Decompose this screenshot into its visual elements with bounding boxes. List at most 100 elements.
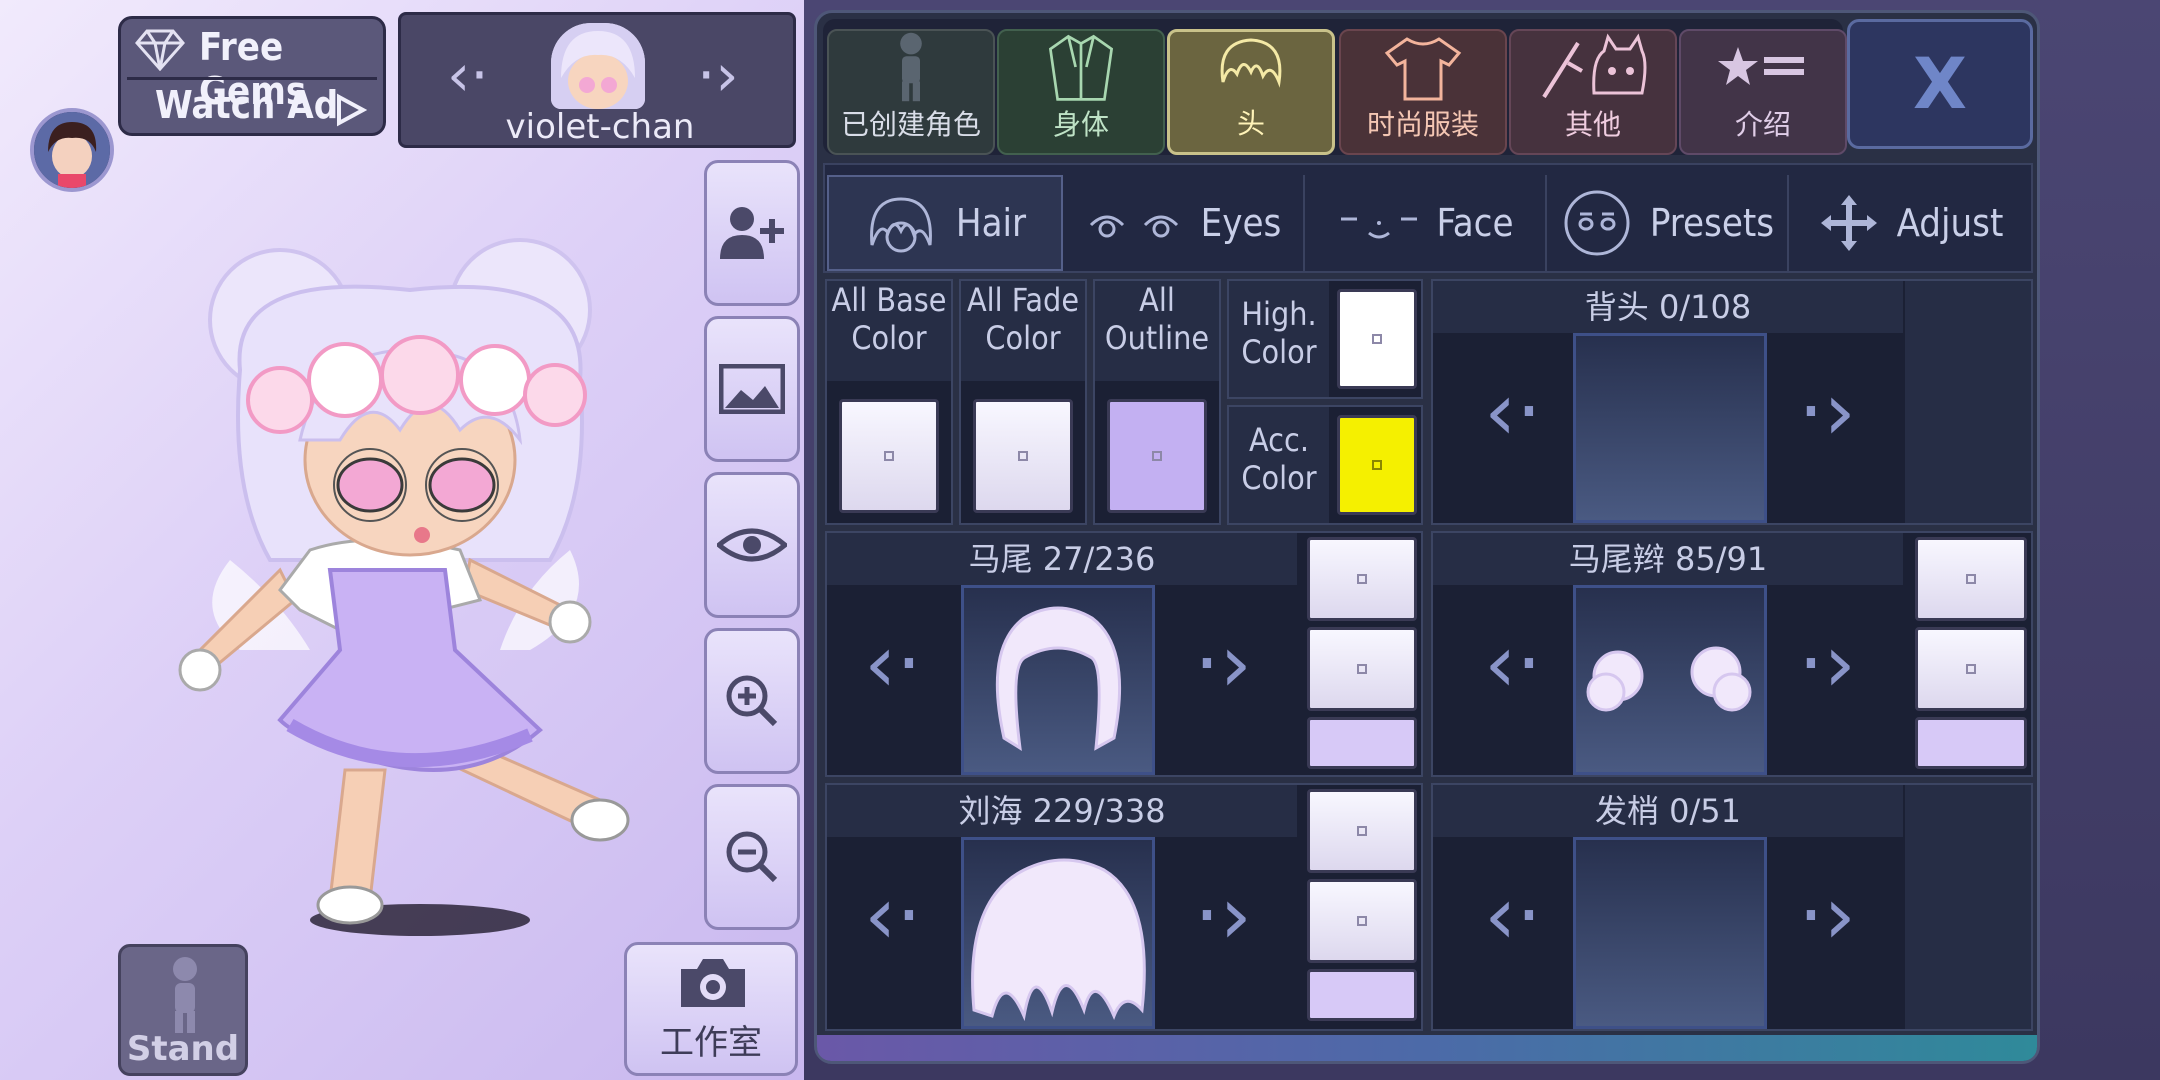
subtab-hair[interactable]: Hair xyxy=(827,175,1063,271)
ponytail-selector: 马尾 27/236 ‹· ·› xyxy=(825,531,1423,777)
braid-selector: 马尾辫 85/91 ‹· ·› xyxy=(1431,531,2033,777)
studio-button[interactable]: 工作室 xyxy=(624,942,798,1076)
tab-other[interactable]: 其他 xyxy=(1509,29,1677,155)
zoom-out-icon xyxy=(726,831,778,883)
zoom-out-button[interactable] xyxy=(704,784,800,930)
all-base-color-option[interactable]: All Base Color xyxy=(825,279,953,525)
prev-hair-tips-button[interactable]: ‹· xyxy=(1473,865,1553,965)
subtab-label: Presets xyxy=(1649,201,1775,245)
close-icon: X xyxy=(1913,43,1967,125)
back-hair-preview xyxy=(1573,333,1767,523)
character-pose-icon xyxy=(900,32,922,102)
ponytail-shape xyxy=(995,606,1122,751)
accessory-color-swatch[interactable] xyxy=(1337,415,1417,515)
character-selector: ‹· ·› violet-chan xyxy=(398,12,796,148)
part-label: 发梢 0/51 xyxy=(1433,785,1903,837)
tab-head[interactable]: 头 xyxy=(1167,29,1335,155)
base-color-swatch[interactable] xyxy=(839,399,939,513)
bangs-outline-color[interactable] xyxy=(1307,969,1417,1021)
previous-character-button[interactable]: ‹· xyxy=(447,41,489,109)
ponytail-preview xyxy=(961,585,1155,775)
outline-color-swatch[interactable] xyxy=(1107,399,1207,513)
character-head-icon xyxy=(551,23,645,109)
sword-cat-icon xyxy=(1542,33,1647,99)
ponytail-color-2[interactable] xyxy=(1307,627,1417,711)
tab-label: 其他 xyxy=(1564,108,1621,141)
watch-ad-label: Watch Ad xyxy=(155,83,339,127)
next-back-hair-button[interactable]: ·› xyxy=(1787,361,1867,461)
stand-label: Stand xyxy=(126,1029,240,1069)
bangs-color-1[interactable] xyxy=(1307,789,1417,873)
zoom-in-icon xyxy=(726,675,778,727)
tab-fashion[interactable]: 时尚服装 xyxy=(1339,29,1507,155)
play-icon xyxy=(333,93,368,131)
braid-color-1[interactable] xyxy=(1915,537,2027,621)
ponytail-color-1[interactable] xyxy=(1307,537,1417,621)
highlight-color-option[interactable]: High. Color xyxy=(1227,279,1423,399)
prev-braid-button[interactable]: ‹· xyxy=(1473,613,1553,713)
background-button[interactable] xyxy=(704,316,800,462)
next-bangs-button[interactable]: ·› xyxy=(1183,865,1263,965)
free-gems-button[interactable]: Free Gems Watch Ad xyxy=(118,16,386,136)
highlight-color-swatch[interactable] xyxy=(1337,289,1417,389)
eye-icon xyxy=(717,528,787,562)
all-outline-option[interactable]: All Outline xyxy=(1093,279,1221,525)
move-icon xyxy=(1820,195,1877,251)
avatar-icon xyxy=(34,112,110,188)
scroll-indicator[interactable] xyxy=(817,1035,2037,1061)
tab-created-characters[interactable]: 已创建角色 xyxy=(827,29,995,155)
add-character-button[interactable] xyxy=(704,160,800,306)
tab-intro[interactable]: 介绍 xyxy=(1679,29,1847,155)
subtab-label: Hair xyxy=(955,201,1027,245)
eyes-icon xyxy=(1089,215,1178,238)
subtab-presets[interactable]: Presets xyxy=(1549,175,1789,271)
subtab-adjust[interactable]: Adjust xyxy=(1791,175,2031,271)
next-character-button[interactable]: ·› xyxy=(697,41,739,109)
jacket-icon xyxy=(1048,34,1114,101)
tab-label: 身体 xyxy=(1052,108,1109,141)
tab-label: 介绍 xyxy=(1734,108,1791,141)
next-ponytail-button[interactable]: ·› xyxy=(1183,613,1263,713)
accessory-color-option[interactable]: Acc. Color xyxy=(1227,405,1423,525)
zoom-in-button[interactable] xyxy=(704,628,800,774)
character-portrait xyxy=(551,23,645,109)
hair-tips-selector: 发梢 0/51 ‹· ·› xyxy=(1431,783,2033,1031)
character-name: violet-chan xyxy=(505,107,695,147)
subtab-label: Face xyxy=(1436,201,1514,245)
subtab-eyes[interactable]: Eyes xyxy=(1065,175,1305,271)
bangs-color-2[interactable] xyxy=(1307,879,1417,963)
stand-button[interactable]: Stand xyxy=(118,944,248,1076)
option-label: Acc. Color xyxy=(1229,407,1329,523)
bangs-shape xyxy=(971,858,1146,1022)
option-label: All Outline xyxy=(1095,281,1219,381)
tab-body[interactable]: 身体 xyxy=(997,29,1165,155)
divider xyxy=(127,77,377,80)
braid-color-2[interactable] xyxy=(1915,627,2027,711)
braid-outline-color[interactable] xyxy=(1915,717,2027,769)
all-fade-color-option[interactable]: All Fade Color xyxy=(959,279,1087,525)
hair-tips-preview xyxy=(1573,837,1767,1029)
next-braid-button[interactable]: ·› xyxy=(1787,613,1867,713)
subtab-label: Adjust xyxy=(1896,201,2004,245)
avatar[interactable] xyxy=(30,108,114,192)
option-label: All Fade Color xyxy=(961,281,1085,381)
ponytail-outline-color[interactable] xyxy=(1307,717,1417,769)
close-button[interactable]: X xyxy=(1847,19,2033,149)
fade-color-swatch[interactable] xyxy=(973,399,1073,513)
braid-shape xyxy=(1586,646,1752,712)
star-list-icon xyxy=(1718,47,1804,85)
prev-bangs-button[interactable]: ‹· xyxy=(853,865,933,965)
image-icon xyxy=(719,364,785,414)
next-hair-tips-button[interactable]: ·› xyxy=(1787,865,1867,965)
character-pose-icon xyxy=(173,957,197,1033)
braid-preview xyxy=(1573,585,1767,775)
swatch-column-empty xyxy=(1905,785,2031,1029)
prev-back-hair-button[interactable]: ‹· xyxy=(1473,361,1553,461)
prev-ponytail-button[interactable]: ‹· xyxy=(853,613,933,713)
subtab-face[interactable]: Face xyxy=(1307,175,1547,271)
swatch-column-empty xyxy=(1905,281,2031,523)
bangs-selector: 刘海 229/338 ‹· ·› xyxy=(825,783,1423,1031)
visibility-button[interactable] xyxy=(704,472,800,618)
face-preset-icon xyxy=(1564,190,1630,256)
character-preview xyxy=(178,238,630,936)
